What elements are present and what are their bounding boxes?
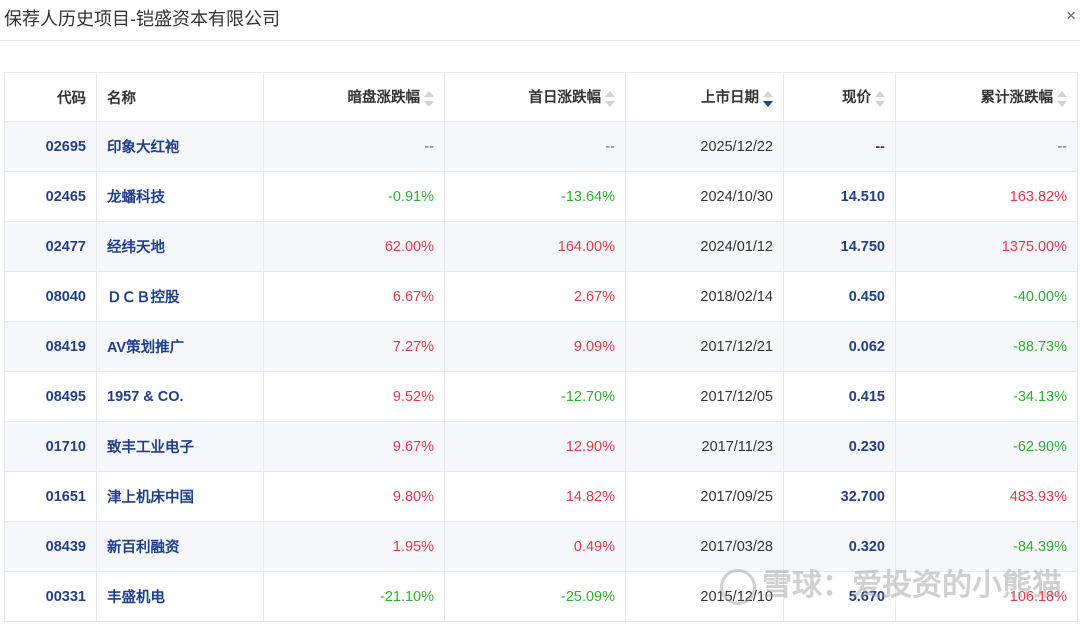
first-day-change: 2.67%	[444, 271, 626, 322]
list-date: 2017/12/05	[625, 371, 784, 422]
cumulative-change: --	[895, 121, 1078, 172]
first-day-change: --	[444, 121, 626, 172]
current-price: 5.670	[783, 571, 896, 622]
list-date: 2024/01/12	[625, 221, 784, 272]
table-row[interactable]: 02465 龙蟠科技 -0.91% -13.64% 2024/10/30 14.510 16…	[4, 171, 1078, 222]
col-code: 代码	[4, 72, 97, 122]
dialog-header: 保荐人历史项目-铠盛资本有限公司 ×	[0, 0, 1080, 41]
sponsor-history-table: 代码 名称 暗盘涨跌幅 首日涨跌幅 上市日期 现价 累计涨跌幅 02695 印象大…	[4, 72, 1078, 632]
first-day-change: -13.64%	[444, 171, 626, 222]
cumulative-change: -34.13%	[895, 371, 1078, 422]
stock-code[interactable]: 02477	[4, 221, 97, 272]
dark-change: -0.91%	[263, 171, 445, 222]
current-price: 14.750	[783, 221, 896, 272]
col-price[interactable]: 现价	[783, 72, 896, 122]
cumulative-change: 1375.00%	[895, 221, 1078, 272]
dark-change: 62.00%	[263, 221, 445, 272]
stock-name[interactable]: 丰盛机电	[96, 571, 264, 622]
table-row[interactable]: 01651 津上机床中国 9.80% 14.82% 2017/09/25 32.700 48…	[4, 471, 1078, 522]
stock-code[interactable]: 08439	[4, 521, 97, 572]
cumulative-change: 483.93%	[895, 471, 1078, 522]
col-first-day-change[interactable]: 首日涨跌幅	[444, 72, 626, 122]
table-row[interactable]: 08495 1957 & CO. 9.52% -12.70% 2017/12/05 0.4…	[4, 371, 1078, 422]
sort-icon[interactable]	[424, 90, 434, 108]
dark-change: 1.95%	[263, 521, 445, 572]
stock-code[interactable]: 08419	[4, 321, 97, 372]
dark-change: 9.67%	[263, 421, 445, 472]
col-cumulative-change[interactable]: 累计涨跌幅	[895, 72, 1078, 122]
first-day-change: 0.49%	[444, 521, 626, 572]
first-day-change: -12.70%	[444, 371, 626, 422]
stock-name[interactable]: 1957 & CO.	[96, 371, 264, 422]
dark-change: -21.10%	[263, 571, 445, 622]
list-date: 2024/10/30	[625, 171, 784, 222]
sort-icon[interactable]	[875, 90, 885, 108]
stock-name[interactable]: 龙蟠科技	[96, 171, 264, 222]
first-day-change: -25.09%	[444, 571, 626, 622]
table-row[interactable]: 08040 ＤＣＢ控股 6.67% 2.67% 2018/02/14 0.450 -40.0…	[4, 271, 1078, 322]
table-row[interactable]: 02695 印象大红袍 -- -- 2025/12/22 -- --	[4, 121, 1078, 172]
current-price: 0.450	[783, 271, 896, 322]
stock-name[interactable]: 津上机床中国	[96, 471, 264, 522]
list-date: 2017/11/23	[625, 421, 784, 472]
first-day-change: 9.09%	[444, 321, 626, 372]
dark-change: 9.52%	[263, 371, 445, 422]
table-row[interactable]: 01710 致丰工业电子 9.67% 12.90% 2017/11/23 0.230 -62…	[4, 421, 1078, 472]
stock-code[interactable]: 00331	[4, 571, 97, 622]
table-row[interactable]: 02477 经纬天地 62.00% 164.00% 2024/01/12 14.750 13…	[4, 221, 1078, 272]
col-name: 名称	[96, 72, 264, 122]
dialog-title: 保荐人历史项目-铠盛资本有限公司	[4, 9, 280, 29]
list-date: 2017/12/21	[625, 321, 784, 372]
list-date: 2017/09/25	[625, 471, 784, 522]
stock-name[interactable]: 新百利融资	[96, 521, 264, 572]
cumulative-change: -88.73%	[895, 321, 1078, 372]
current-price: 0.320	[783, 521, 896, 572]
table-header-row: 代码 名称 暗盘涨跌幅 首日涨跌幅 上市日期 现价 累计涨跌幅	[4, 72, 1078, 122]
stock-code[interactable]: 08495	[4, 371, 97, 422]
current-price: 0.062	[783, 321, 896, 372]
dark-change: --	[263, 121, 445, 172]
col-list-date[interactable]: 上市日期	[625, 72, 784, 122]
sort-icon[interactable]	[605, 90, 615, 108]
list-date: 2015/12/10	[625, 571, 784, 622]
sort-icon[interactable]	[1057, 90, 1067, 108]
stock-code[interactable]: 01651	[4, 471, 97, 522]
cumulative-change: -62.90%	[895, 421, 1078, 472]
dark-change: 9.80%	[263, 471, 445, 522]
cumulative-change: -40.00%	[895, 271, 1078, 322]
table-row[interactable]: 00331 丰盛机电 -21.10% -25.09% 2015/12/10 5.670 10…	[4, 571, 1078, 622]
cumulative-change: 163.82%	[895, 171, 1078, 222]
sort-desc-icon[interactable]	[763, 90, 773, 108]
stock-code[interactable]: 02695	[4, 121, 97, 172]
stock-name[interactable]: 致丰工业电子	[96, 421, 264, 472]
current-price: 32.700	[783, 471, 896, 522]
current-price: 0.230	[783, 421, 896, 472]
first-day-change: 164.00%	[444, 221, 626, 272]
list-date: 2018/02/14	[625, 271, 784, 322]
stock-name[interactable]: 经纬天地	[96, 221, 264, 272]
stock-code[interactable]: 02465	[4, 171, 97, 222]
stock-name[interactable]: 印象大红袍	[96, 121, 264, 172]
stock-name[interactable]: ＤＣＢ控股	[96, 271, 264, 322]
list-date: 2025/12/22	[625, 121, 784, 172]
cumulative-change: -84.39%	[895, 521, 1078, 572]
dark-change: 6.67%	[263, 271, 445, 322]
current-price: 0.415	[783, 371, 896, 422]
close-icon[interactable]: ×	[1066, 6, 1076, 26]
list-date: 2017/03/28	[625, 521, 784, 572]
dark-change: 7.27%	[263, 321, 445, 372]
first-day-change: 12.90%	[444, 421, 626, 472]
current-price: --	[783, 121, 896, 172]
cumulative-change: 106.18%	[895, 571, 1078, 622]
current-price: 14.510	[783, 171, 896, 222]
stock-code[interactable]: 08040	[4, 271, 97, 322]
stock-code[interactable]: 01710	[4, 421, 97, 472]
first-day-change: 14.82%	[444, 471, 626, 522]
table-row[interactable]: 08439 新百利融资 1.95% 0.49% 2017/03/28 0.320 -84.3…	[4, 521, 1078, 572]
col-dark-change[interactable]: 暗盘涨跌幅	[263, 72, 445, 122]
table-row[interactable]: 08419 AV策划推广 7.27% 9.09% 2017/12/21 0.062 -88.…	[4, 321, 1078, 372]
stock-name[interactable]: AV策划推广	[96, 321, 264, 372]
